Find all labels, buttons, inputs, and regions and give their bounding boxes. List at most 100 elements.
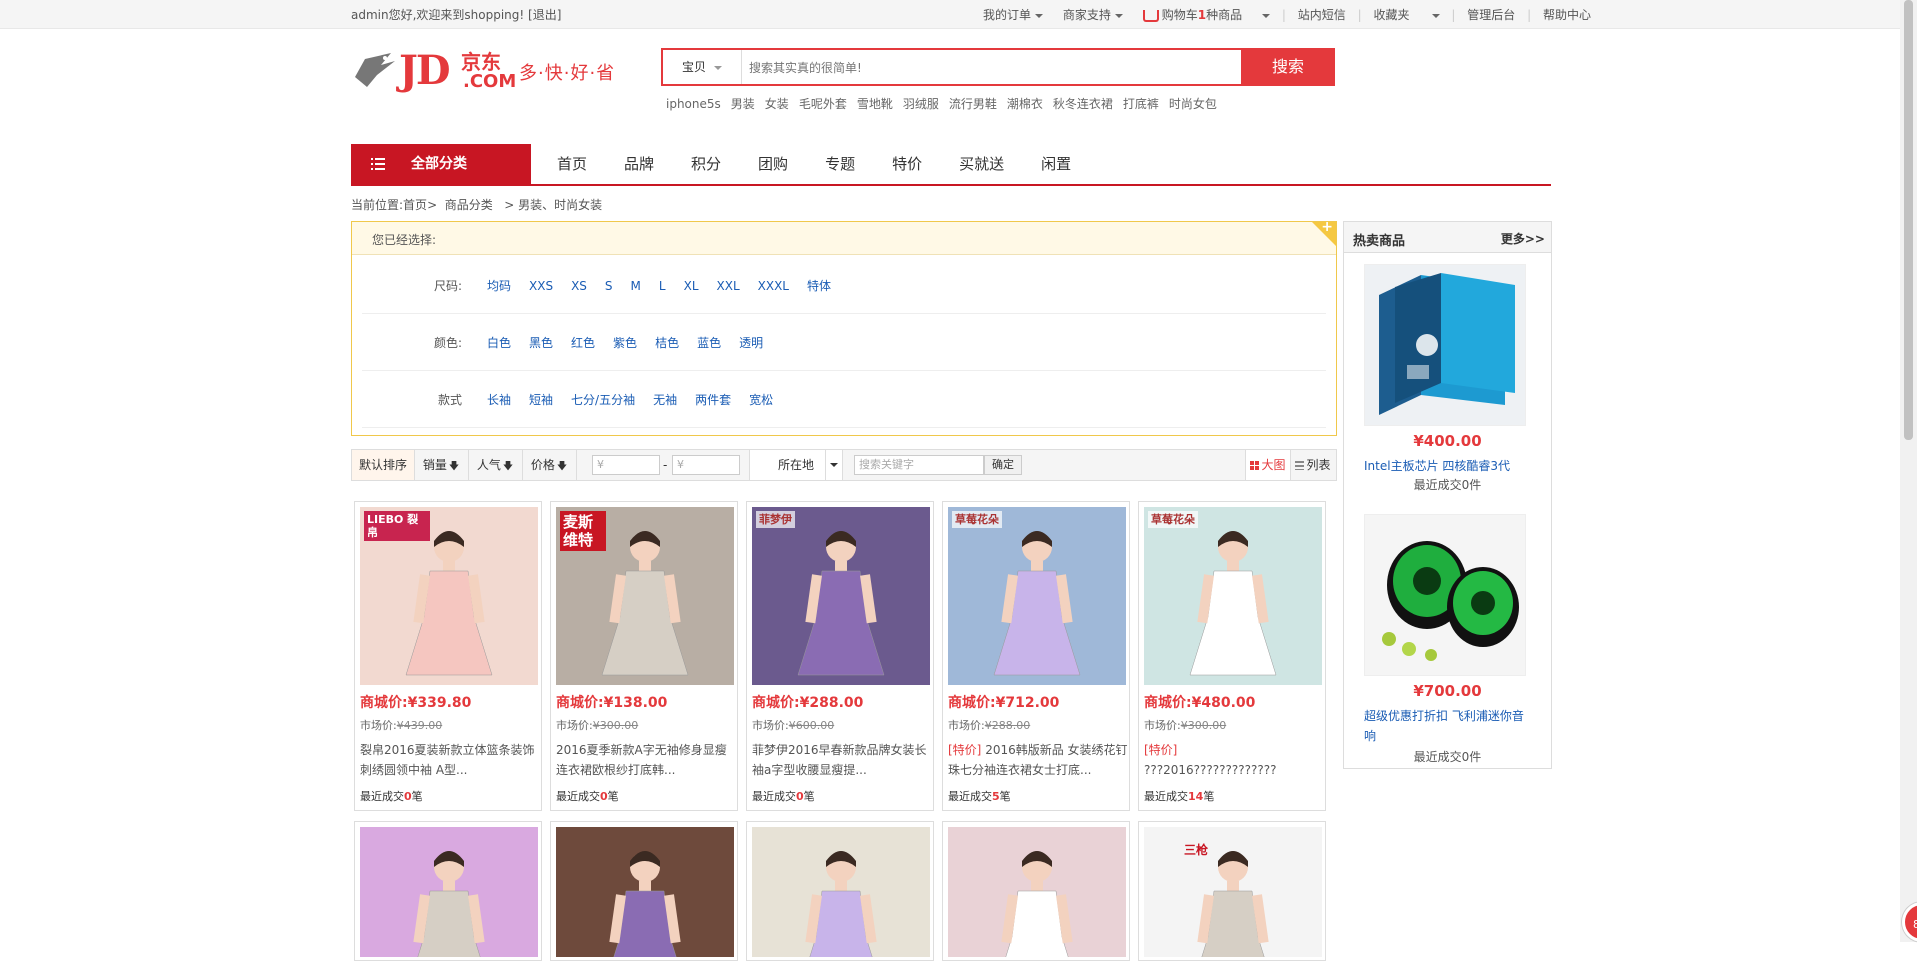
- product-card[interactable]: [550, 821, 738, 961]
- filter-option[interactable]: 均码: [487, 279, 511, 293]
- product-card[interactable]: 草莓花朵 商城价:¥480.00 市场价:¥300.00 [特价] ???2016???…: [1138, 501, 1326, 811]
- cart-menu[interactable]: 购物车1种商品: [1135, 6, 1278, 23]
- hot-product-name[interactable]: Intel主板芯片 四核酷睿3代: [1364, 456, 1534, 476]
- hot-keyword-link[interactable]: 潮棉衣: [1007, 97, 1043, 111]
- logout-link[interactable]: [退出]: [528, 8, 561, 22]
- price-from-input[interactable]: ¥: [592, 455, 660, 475]
- sort-sales[interactable]: 销量 🡇: [414, 450, 469, 480]
- filter-option[interactable]: 透明: [739, 336, 763, 350]
- filter-option[interactable]: 蓝色: [697, 336, 721, 350]
- location-dropdown[interactable]: [825, 450, 842, 480]
- hot-keyword-link[interactable]: 男装: [731, 97, 755, 111]
- hot-keyword-link[interactable]: 打底裤: [1123, 97, 1159, 111]
- hot-products-more-link[interactable]: 更多>>: [1501, 230, 1545, 247]
- nav-item[interactable]: 积分: [691, 144, 721, 184]
- product-card[interactable]: [354, 821, 542, 961]
- hot-keyword-link[interactable]: 羽绒服: [903, 97, 939, 111]
- product-image[interactable]: [556, 827, 734, 957]
- hot-product-image[interactable]: [1364, 264, 1526, 426]
- price-to-input[interactable]: ¥: [672, 455, 740, 475]
- favorites-menu[interactable]: 收藏夹: [1366, 6, 1448, 23]
- product-card[interactable]: 草莓花朵 商城价:¥712.00 市场价:¥288.00 [特价] 2016韩版新品 …: [942, 501, 1130, 811]
- product-card[interactable]: 菲梦伊 商城价:¥288.00 市场价:¥600.00 菲梦伊2016早春新款品牌女装…: [746, 501, 934, 811]
- nav-item[interactable]: 团购: [758, 144, 788, 184]
- nav-item[interactable]: 专题: [825, 144, 855, 184]
- plus-icon[interactable]: +: [1321, 219, 1333, 235]
- site-logo[interactable]: JD 京东 .COM 多·快·好·省: [351, 45, 621, 95]
- view-list-button[interactable]: 列表: [1290, 450, 1336, 480]
- filter-option[interactable]: 桔色: [655, 336, 679, 350]
- filter-option[interactable]: 紫色: [613, 336, 637, 350]
- merchant-support-menu[interactable]: 商家支持: [1055, 6, 1131, 23]
- filter-option[interactable]: 特体: [807, 279, 831, 293]
- filter-option[interactable]: XXXL: [758, 279, 789, 293]
- hot-keyword-link[interactable]: 秋冬连衣裙: [1053, 97, 1113, 111]
- product-card[interactable]: [942, 821, 1130, 961]
- nav-item[interactable]: 闲置: [1041, 144, 1071, 184]
- product-image[interactable]: [360, 827, 538, 957]
- filter-option[interactable]: 无袖: [653, 393, 677, 407]
- nav-item[interactable]: 特价: [892, 144, 922, 184]
- product-title[interactable]: 裂帛2016夏装新款立体篮条装饰刺绣圆领中袖 A型...: [360, 740, 540, 780]
- product-title[interactable]: 2016夏季新款A字无袖修身显瘦连衣裙欧根纱打底韩...: [556, 740, 736, 780]
- hot-product-image[interactable]: [1364, 514, 1526, 676]
- sort-price[interactable]: 价格 🡇: [522, 450, 577, 480]
- product-card[interactable]: 三枪: [1138, 821, 1326, 961]
- product-image[interactable]: 麦斯 维特: [556, 507, 734, 685]
- product-image[interactable]: 草莓花朵: [1144, 507, 1322, 685]
- product-title[interactable]: [特价] ???2016?????????????A?????...: [1144, 740, 1324, 780]
- filter-option[interactable]: 红色: [571, 336, 595, 350]
- product-image[interactable]: 三枪: [1144, 827, 1322, 957]
- messages-link[interactable]: 站内短信: [1290, 6, 1354, 23]
- filter-option[interactable]: 宽松: [749, 393, 773, 407]
- hot-product-name[interactable]: 超级优惠打折扣 飞利浦迷你音响: [1364, 706, 1534, 746]
- keyword-confirm-button[interactable]: 确定: [984, 455, 1022, 475]
- filter-option[interactable]: 七分/五分袖: [571, 393, 635, 407]
- filter-option[interactable]: XXL: [717, 279, 740, 293]
- view-grid-button[interactable]: 大图: [1245, 450, 1291, 480]
- product-image[interactable]: [752, 827, 930, 957]
- filter-option[interactable]: XL: [684, 279, 699, 293]
- product-image[interactable]: [948, 827, 1126, 957]
- product-card[interactable]: LIEBO 裂帛 商城价:¥339.80 市场价:¥439.00 裂帛2016夏装新款…: [354, 501, 542, 811]
- all-categories-button[interactable]: 全部分类: [351, 144, 531, 184]
- product-image[interactable]: LIEBO 裂帛: [360, 507, 538, 685]
- filter-option[interactable]: XS: [571, 279, 587, 293]
- help-link[interactable]: 帮助中心: [1535, 6, 1599, 23]
- product-title[interactable]: [特价] 2016韩版新品 女装绣花钉珠七分袖连衣裙女士打底...: [948, 740, 1128, 780]
- page-scrollbar[interactable]: [1900, 0, 1917, 942]
- hot-keyword-link[interactable]: 流行男鞋: [949, 97, 997, 111]
- breadcrumb-home[interactable]: 首页: [403, 198, 427, 212]
- breadcrumb-category[interactable]: 商品分类: [445, 198, 493, 212]
- hot-keyword-link[interactable]: 毛呢外套: [799, 97, 847, 111]
- filter-option[interactable]: XXS: [529, 279, 553, 293]
- sort-popularity[interactable]: 人气 🡇: [468, 450, 523, 480]
- filter-option[interactable]: M: [631, 279, 641, 293]
- search-input[interactable]: [747, 56, 1151, 80]
- location-select[interactable]: 所在地: [749, 450, 843, 480]
- filter-option[interactable]: 两件套: [695, 393, 731, 407]
- nav-item[interactable]: 买就送: [959, 144, 1004, 184]
- hot-keyword-link[interactable]: iphone5s: [666, 97, 721, 111]
- filter-option[interactable]: S: [605, 279, 613, 293]
- product-card[interactable]: [746, 821, 934, 961]
- search-button[interactable]: 搜索: [1241, 48, 1335, 86]
- filter-option[interactable]: L: [659, 279, 666, 293]
- keyword-input[interactable]: 搜索关键字: [854, 455, 984, 475]
- hot-keyword-link[interactable]: 雪地靴: [857, 97, 893, 111]
- hot-keyword-link[interactable]: 时尚女包: [1169, 97, 1217, 111]
- search-category-select[interactable]: 宝贝: [663, 50, 742, 84]
- filter-option[interactable]: 短袖: [529, 393, 553, 407]
- product-image[interactable]: 草莓花朵: [948, 507, 1126, 685]
- my-orders-menu[interactable]: 我的订单: [975, 6, 1051, 23]
- product-title[interactable]: 菲梦伊2016早春新款品牌女装长袖a字型收腰显瘦提...: [752, 740, 932, 780]
- product-image[interactable]: 菲梦伊: [752, 507, 930, 685]
- filter-option[interactable]: 黑色: [529, 336, 553, 350]
- filter-option[interactable]: 白色: [487, 336, 511, 350]
- nav-item[interactable]: 首页: [557, 144, 587, 184]
- nav-item[interactable]: 品牌: [624, 144, 654, 184]
- sort-default[interactable]: 默认排序: [351, 450, 415, 480]
- scrollbar-thumb[interactable]: [1904, 0, 1913, 440]
- filter-option[interactable]: 长袖: [487, 393, 511, 407]
- admin-link[interactable]: 管理后台: [1459, 6, 1523, 23]
